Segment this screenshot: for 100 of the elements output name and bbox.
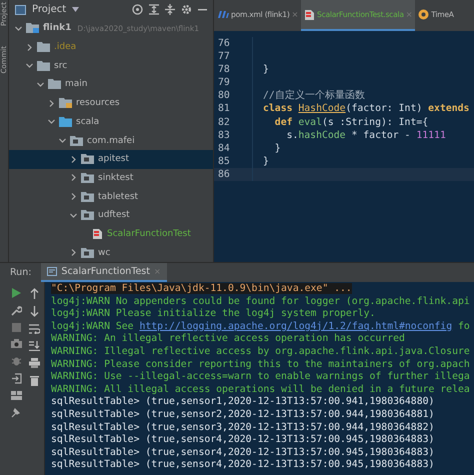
scroll-to-end-icon[interactable] (28, 341, 40, 351)
package-folder-icon (70, 136, 83, 146)
tree-item-label: ScalarFunctionTest (107, 228, 191, 239)
soft-wrap-icon[interactable] (28, 324, 40, 334)
chevron-icon[interactable] (70, 193, 77, 200)
chevron-icon[interactable] (70, 212, 77, 219)
code-line: s.hashCode * factor - 11111 (252, 128, 446, 142)
tree-item[interactable]: scala (9, 112, 213, 132)
console-line: sqlResultTable> (true,sensor4,2020-12-13T13:57:00.945,1980364883) (51, 434, 436, 447)
console-line: sqlResultTable> (true,sensor4,2020-12-13T13:57:00.945,1980364883) (51, 446, 436, 460)
package-folder-icon (81, 154, 94, 164)
line-number: 82 (217, 116, 231, 129)
line-number: 77 (217, 50, 231, 64)
scala-file-icon (304, 8, 316, 20)
layout-icon[interactable] (10, 391, 22, 400)
console-line: sqlResultTable> (true,sensor4,2020-12-13T13:57:00.945,1980364883) (51, 459, 436, 472)
expand-all-icon[interactable] (149, 4, 159, 16)
code-line: } (252, 63, 269, 76)
wrench-icon[interactable] (10, 305, 22, 316)
code-line: class HashCode(factor: Int) extends (252, 102, 470, 116)
tree-item-label: wc (98, 248, 110, 258)
tree-item[interactable]: tabletest (9, 187, 213, 206)
line-number: 85 (217, 154, 231, 168)
trash-icon[interactable] (30, 375, 38, 386)
line-number: 79 (217, 76, 231, 90)
pin-icon[interactable] (11, 407, 21, 418)
tree-item[interactable]: resources (9, 94, 213, 112)
console-line: WARNING: All illegal access operations will be denied in a future relea (51, 384, 471, 396)
chevron-icon[interactable] (37, 80, 44, 88)
tree-item[interactable]: com.mafei (9, 131, 213, 150)
chevron-icon[interactable] (15, 24, 22, 32)
line-number: 80 (217, 89, 231, 102)
tree-item[interactable]: src (9, 56, 213, 76)
chevron-icon[interactable] (70, 156, 77, 163)
tree-item-label: .idea (54, 42, 76, 52)
panel-title[interactable]: Project (32, 4, 66, 16)
chevron-icon[interactable] (26, 62, 33, 70)
console-line: sqlResultTable> (true,sensor1,2020-12-13T13:57:00.941,1980364880) (51, 396, 436, 409)
folder-icon (48, 79, 61, 90)
tree-item[interactable]: sinktest (9, 168, 213, 188)
package-folder-icon (81, 210, 94, 220)
run-label: Run: (10, 267, 32, 278)
tree-item[interactable]: .idea (9, 38, 213, 56)
console-line: WARNING: Use --illegal-access=warn to enable warnings of further illega (51, 371, 471, 384)
down-arrow-icon[interactable] (30, 306, 38, 317)
console-line: sqlResultTable> (true,sensor3,2020-12-13T13:57:00.944,1980364882) (51, 422, 436, 434)
chevron-icon[interactable] (48, 118, 55, 126)
folder-icon (59, 98, 72, 108)
line-number: 78 (217, 63, 231, 76)
console-line: WARNING: Please consider reporting this to the maintainers of org.apach (51, 358, 471, 372)
console-line: WARNING: Illegal reflective access by org.apache.flink.api.java.Closure (51, 346, 471, 359)
console-line: log4j:WARN See http://logging.apache.org/log4j/1.2/faq.html#noconfig fo (51, 320, 471, 334)
dropdown-icon[interactable] (72, 7, 80, 12)
folder-icon (59, 116, 72, 127)
run-tab[interactable]: ScalarFunctionTest × (41, 263, 167, 282)
code-line: } (252, 142, 281, 155)
tree-item[interactable]: wc (9, 243, 213, 262)
tree-item[interactable]: main (9, 75, 213, 94)
line-number: 76 (217, 37, 231, 50)
code-line: def eval(s :String): Int={ (252, 116, 428, 129)
console-line: log4j:WARN Please initialize the log4j system properly. (51, 308, 376, 321)
tree-item-label: main (65, 79, 88, 90)
chevron-icon[interactable] (70, 249, 77, 256)
line-number: 83 (217, 128, 231, 142)
line-number: 86 (217, 168, 231, 182)
folder-icon (37, 42, 50, 52)
console-line: sqlResultTable> (true,sensor2,2020-12-13T13:57:00.944,1980364881) (51, 408, 436, 422)
chevron-icon[interactable] (59, 137, 66, 144)
chevron-icon[interactable] (70, 174, 77, 182)
exit-icon[interactable] (10, 373, 22, 384)
line-number: 84 (217, 142, 231, 155)
target-icon[interactable] (132, 4, 143, 16)
chevron-icon[interactable] (48, 100, 55, 107)
package-folder-icon (81, 192, 94, 202)
code-line: //自定义一个标量函数 (252, 89, 365, 102)
maven-icon (217, 10, 229, 19)
camera-icon[interactable] (10, 339, 22, 348)
tree-item[interactable]: apitest (9, 150, 213, 169)
console-line: WARNING: An illegal reflective access operation has occurred (51, 333, 406, 346)
tree-item-label: sinktest (98, 172, 134, 183)
bug-icon[interactable] (10, 355, 22, 366)
collapse-all-icon[interactable] (165, 4, 175, 16)
tree-item-label: apitest (98, 154, 130, 164)
line-number: 81 (217, 102, 231, 116)
minimize-icon[interactable] (198, 8, 207, 12)
tree-item-label: udftest (98, 210, 130, 220)
chevron-icon[interactable] (26, 44, 33, 51)
tree-item-label: tabletest (98, 192, 138, 202)
settings-icon[interactable] (181, 4, 192, 16)
up-arrow-icon[interactable] (30, 288, 38, 299)
run-icon[interactable] (11, 288, 21, 298)
package-folder-icon (81, 172, 94, 183)
print-icon[interactable] (28, 358, 40, 368)
tree-item-label: src (54, 60, 68, 71)
package-folder-icon (81, 248, 94, 258)
tree-item[interactable]: ScalarFunctionTest (9, 224, 213, 244)
tree-item-label: resources (76, 98, 120, 108)
tree-item-label: scala (76, 116, 100, 127)
tree-item-label: flink1 (43, 23, 72, 34)
tree-item[interactable]: udftest (9, 206, 213, 225)
